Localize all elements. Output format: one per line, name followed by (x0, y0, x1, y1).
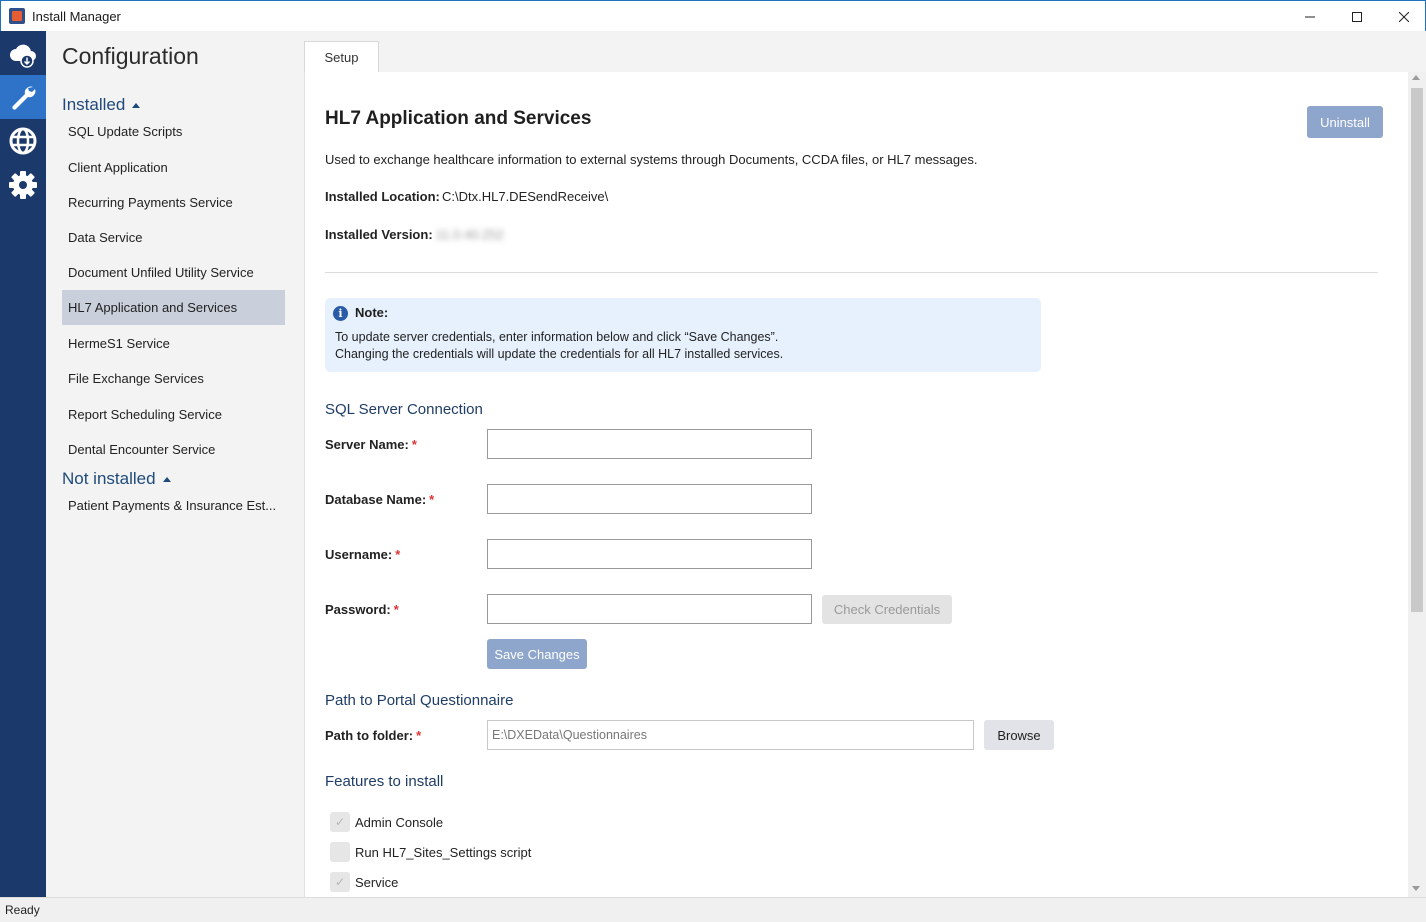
status-bar: Ready (0, 897, 1426, 922)
rail-item-configuration[interactable] (0, 75, 46, 119)
status-text: Ready (5, 903, 40, 917)
service-checkbox[interactable]: ✓ (330, 872, 350, 892)
browse-button[interactable]: Browse (984, 720, 1054, 750)
close-icon (1399, 11, 1409, 22)
check-credentials-button[interactable]: Check Credentials (822, 595, 952, 624)
installed-group-label: Installed (62, 95, 126, 114)
scroll-down-icon[interactable] (1412, 886, 1420, 891)
required-mark: * (429, 492, 435, 507)
uninstall-button[interactable]: Uninstall (1307, 106, 1383, 138)
not-installed-group-label: Not installed (62, 469, 156, 488)
minimize-button[interactable] (1287, 1, 1333, 32)
installed-location-value: C:\Dtx.HL7.DESendReceive\ (442, 189, 609, 204)
required-mark: * (393, 602, 399, 617)
minimize-icon (1305, 16, 1315, 17)
path-to-folder-label: Path to folder: * (325, 728, 422, 743)
config-nav-panel: Configuration Installed SQL Update Scrip… (46, 31, 304, 897)
path-to-folder-input[interactable]: E:\DXEData\Questionnaires (487, 720, 974, 750)
nav-item-file-exchange-services[interactable]: File Exchange Services (62, 361, 285, 396)
checkmark-icon: ✓ (334, 815, 346, 829)
caret-up-icon (162, 476, 171, 482)
scroll-up-icon[interactable] (1412, 75, 1420, 80)
maximize-icon (1352, 11, 1362, 22)
info-icon: i (333, 306, 348, 321)
nav-item-client-application[interactable]: Client Application (62, 150, 285, 185)
required-mark: * (411, 437, 417, 452)
checkmark-icon: ✓ (334, 875, 346, 889)
nav-item-report-scheduling-service[interactable]: Report Scheduling Service (62, 397, 285, 432)
gear-icon (9, 171, 37, 199)
database-name-input[interactable] (487, 484, 812, 514)
title-bar: Install Manager (0, 0, 1426, 31)
note-line-2: Changing the credentials will update the… (335, 347, 784, 361)
nav-item-recurring-payments-service[interactable]: Recurring Payments Service (62, 185, 285, 220)
installed-location-label: Installed Location: (325, 189, 440, 204)
username-label: Username: * (325, 547, 401, 562)
close-button[interactable] (1381, 1, 1426, 32)
wrench-icon (12, 86, 36, 110)
page-title: HL7 Application and Services (325, 108, 592, 129)
run-hl7-sites-settings-checkbox[interactable] (330, 842, 350, 862)
note-box: i Note: To update server credentials, en… (325, 298, 1041, 372)
cloud-download-icon (10, 44, 36, 68)
password-label: Password: * (325, 602, 399, 617)
nav-item-data-service[interactable]: Data Service (62, 220, 285, 255)
scrollbar-thumb[interactable] (1411, 88, 1423, 612)
app-logo-icon (9, 8, 25, 24)
nav-title: Configuration (62, 43, 199, 69)
database-name-label: Database Name: * (325, 492, 435, 507)
server-name-input[interactable] (487, 429, 812, 459)
admin-console-checkbox[interactable]: ✓ (330, 812, 350, 832)
caret-up-icon (132, 102, 141, 108)
sql-connection-heading: SQL Server Connection (325, 401, 483, 418)
required-mark: * (395, 547, 401, 562)
rail-item-web[interactable] (0, 119, 46, 163)
save-changes-button[interactable]: Save Changes (487, 639, 587, 669)
globe-icon (9, 127, 37, 155)
rail-item-settings[interactable] (0, 163, 46, 207)
server-name-label: Server Name: * (325, 437, 417, 452)
nav-item-hl7-application-and-services[interactable]: HL7 Application and Services (62, 290, 285, 325)
section-divider (325, 272, 1378, 273)
admin-console-label: Admin Console (355, 815, 444, 830)
service-label: Service (355, 875, 399, 890)
installed-version-label: Installed Version: (325, 227, 433, 242)
nav-item-dental-encounter-service[interactable]: Dental Encounter Service (62, 432, 285, 467)
not-installed-group-toggle[interactable]: Not installed (62, 469, 171, 489)
maximize-button[interactable] (1334, 1, 1380, 32)
required-mark: * (416, 728, 422, 743)
nav-item-document-unfiled-utility-service[interactable]: Document Unfiled Utility Service (62, 255, 285, 290)
app-description: Used to exchange healthcare information … (325, 152, 978, 167)
installed-group-toggle[interactable]: Installed (62, 95, 141, 115)
window-title: Install Manager (32, 9, 121, 24)
installed-version-value: 11.0.40.252 (436, 227, 504, 242)
run-hl7-sites-settings-label: Run HL7_Sites_Settings script (355, 845, 532, 860)
rail-item-download[interactable] (0, 33, 46, 77)
note-title: Note: (355, 305, 389, 320)
nav-item-hermes1-service[interactable]: HermeS1 Service (62, 326, 285, 361)
icon-rail (0, 31, 46, 897)
nav-item-sql-update-scripts[interactable]: SQL Update Scripts (62, 114, 285, 149)
tab-setup[interactable]: Setup (304, 41, 379, 72)
note-line-1: To update server credentials, enter info… (335, 330, 779, 344)
nav-item-patient-payments[interactable]: Patient Payments & Insurance Est... (62, 488, 285, 523)
password-input[interactable] (487, 594, 812, 624)
tab-strip (304, 31, 1426, 72)
portal-questionnaire-heading: Path to Portal Questionnaire (325, 692, 514, 709)
features-heading: Features to install (325, 773, 444, 790)
username-input[interactable] (487, 539, 812, 569)
